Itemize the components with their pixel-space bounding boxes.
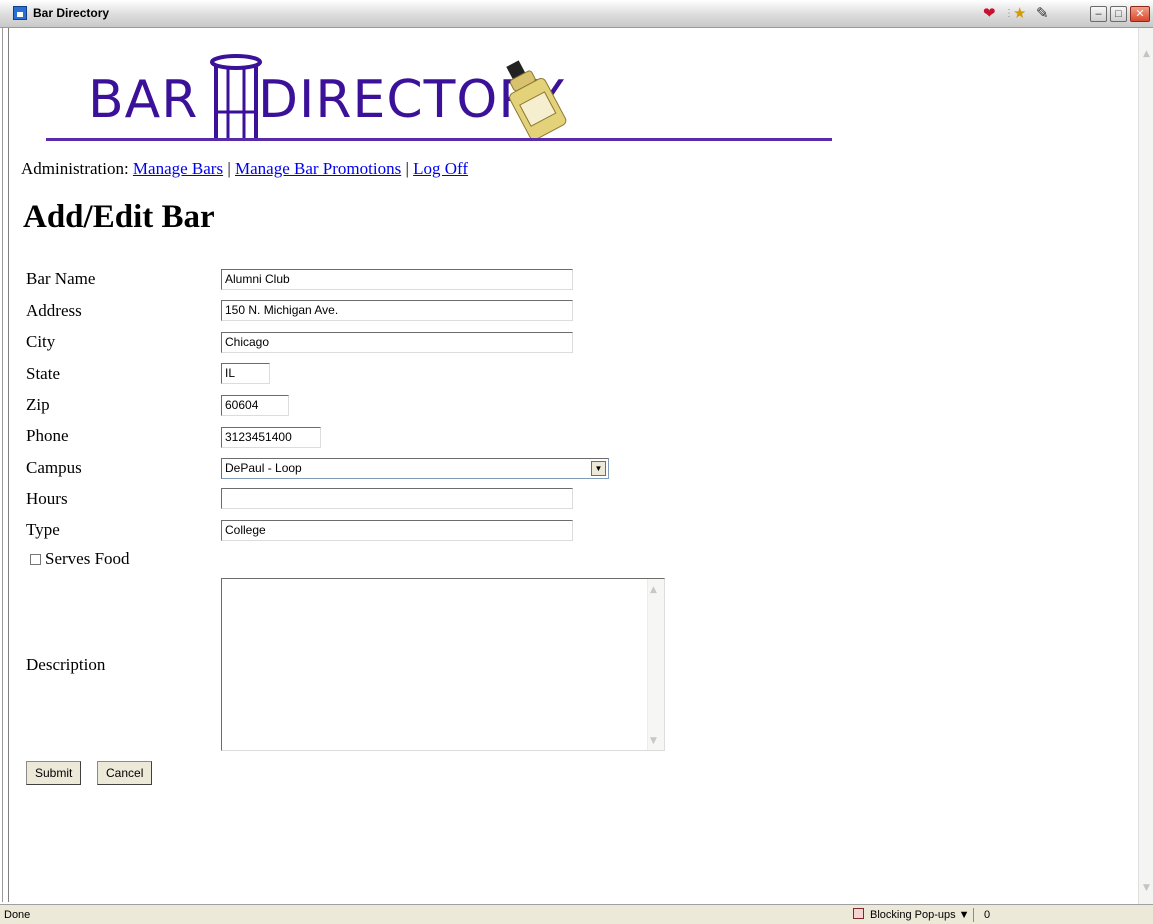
submit-button[interactable]: Submit <box>26 761 82 785</box>
address-input[interactable]: 150 N. Michigan Ave. <box>221 300 573 321</box>
state-input[interactable]: IL <box>221 363 270 384</box>
bottle-icon <box>506 60 567 141</box>
popup-blocker-icon[interactable] <box>853 908 864 919</box>
hours-input[interactable] <box>221 488 573 509</box>
bar-directory-logo: BAR DIRECTORY <box>46 52 832 144</box>
phone-input[interactable]: 3123451400 <box>221 427 321 448</box>
nav-prefix: Administration: <box>21 159 129 178</box>
serves-food-label: Serves Food <box>45 549 130 568</box>
phone-label: Phone <box>26 426 69 445</box>
popup-count: 0 <box>984 909 991 921</box>
campus-select[interactable]: DePaul - Loop ▼ <box>221 458 609 479</box>
bar-name-label: Bar Name <box>26 269 96 288</box>
nav-separator: | <box>405 159 409 178</box>
zip-input[interactable]: 60604 <box>221 395 289 416</box>
status-separator <box>973 908 974 922</box>
logo-bar-text: BAR <box>88 70 199 130</box>
hours-label: Hours <box>26 489 68 508</box>
runner-icon[interactable]: ★ <box>1013 5 1026 23</box>
zip-label: Zip <box>26 395 50 414</box>
address-label: Address <box>26 301 82 320</box>
dropdown-arrow-icon[interactable]: ▼ <box>591 461 606 476</box>
manage-bar-promotions-link[interactable]: Manage Bar Promotions <box>235 159 401 178</box>
scroll-up-arrow-icon[interactable]: ▲ <box>1140 46 1153 62</box>
state-label: State <box>26 364 60 383</box>
app-icon <box>13 6 27 20</box>
city-label: City <box>26 332 56 351</box>
logo-underline <box>46 138 832 141</box>
page-title: Add/Edit Bar <box>23 199 215 235</box>
popup-blocker-text: Blocking Pop-ups <box>870 909 956 921</box>
window-left-border <box>0 28 9 902</box>
status-bar: Done Blocking Pop-ups ▼ 0 <box>0 904 1153 924</box>
popup-blocker-label[interactable]: Blocking Pop-ups ▼ <box>870 909 970 921</box>
log-off-link[interactable]: Log Off <box>413 159 468 178</box>
textarea-scroll-up-icon[interactable]: ▲ <box>650 585 657 595</box>
manage-bars-link[interactable]: Manage Bars <box>133 159 223 178</box>
campus-label: Campus <box>26 458 82 477</box>
chevron-down-icon: ▼ <box>958 909 970 921</box>
description-label: Description <box>26 655 106 674</box>
close-button[interactable]: ✕ <box>1130 6 1150 22</box>
description-textarea[interactable]: ▲ ▼ <box>221 578 665 751</box>
cancel-button[interactable]: Cancel <box>97 761 153 785</box>
minimize-button[interactable]: – <box>1090 6 1107 22</box>
bar-name-input[interactable]: Alumni Club <box>221 269 573 290</box>
maximize-button[interactable]: □ <box>1110 6 1127 22</box>
city-input[interactable]: Chicago <box>221 332 573 353</box>
admin-nav: Administration: Manage Bars | Manage Bar… <box>21 159 468 179</box>
scroll-down-arrow-icon[interactable]: ▼ <box>1140 880 1153 896</box>
textarea-scroll-down-icon[interactable]: ▼ <box>650 736 657 746</box>
heart-icon[interactable]: ❤ <box>983 5 996 23</box>
vertical-scrollbar[interactable]: ▲ ▼ <box>1138 28 1153 904</box>
textarea-scrollbar[interactable]: ▲ ▼ <box>647 579 664 750</box>
edit-icon[interactable]: ✎ <box>1036 5 1049 23</box>
status-text: Done <box>4 909 31 921</box>
window-titlebar: Bar Directory ❤ ⋮ ★ ✎ – □ ✕ <box>0 0 1153 28</box>
type-label: Type <box>26 520 60 539</box>
campus-selected-value: DePaul - Loop <box>225 461 302 475</box>
serves-food-checkbox[interactable] <box>30 554 41 565</box>
window-title: Bar Directory <box>33 6 110 20</box>
type-input[interactable]: College <box>221 520 573 541</box>
nav-separator: | <box>227 159 231 178</box>
bar-stool-icon <box>210 54 262 140</box>
